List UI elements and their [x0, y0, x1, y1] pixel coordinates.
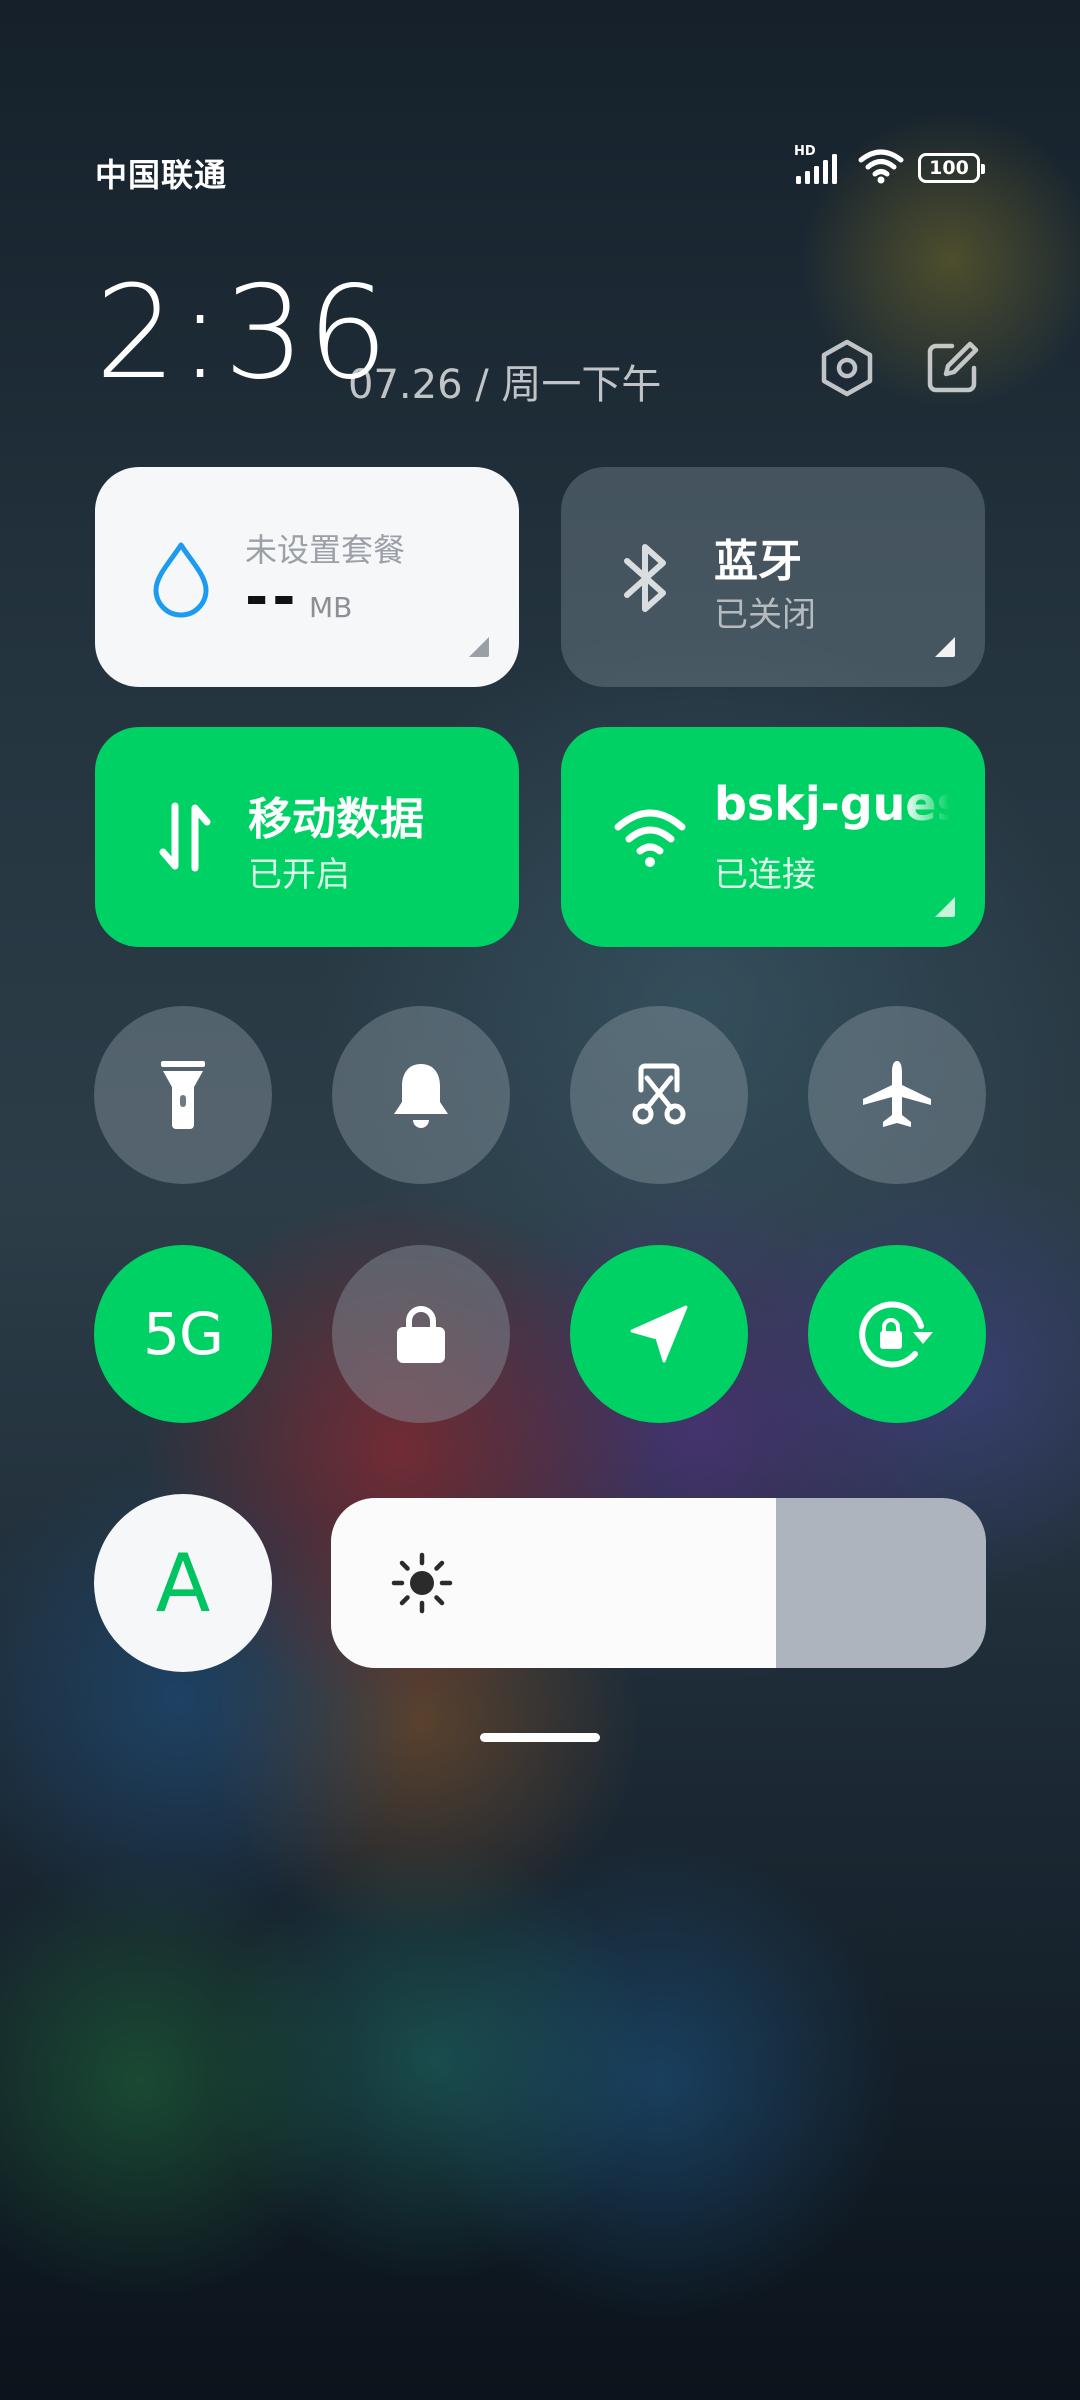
auto-brightness-label: A [155, 1536, 211, 1630]
sun-icon [391, 1552, 453, 1614]
settings-icon[interactable] [815, 336, 879, 400]
signal-icon: HD [794, 144, 844, 186]
lock-icon [397, 1306, 445, 1363]
location-arrow-icon [630, 1305, 688, 1363]
corner-expand-icon [935, 897, 955, 917]
wifi-status-icon [858, 148, 904, 188]
wifi-status: 已连接 [714, 855, 816, 895]
data-plan-tile[interactable]: 未设置套餐 -- MB [95, 467, 519, 687]
auto-brightness-button[interactable]: A [94, 1494, 272, 1672]
rotation-lock-icon [859, 1301, 933, 1368]
rotation-lock-toggle[interactable] [808, 1245, 986, 1423]
flashlight-icon [161, 1061, 205, 1129]
bell-icon [394, 1064, 448, 1128]
bluetooth-title: 蓝牙 [714, 536, 802, 587]
5g-toggle[interactable]: 5G [94, 1245, 272, 1423]
corner-expand-icon [469, 637, 489, 657]
battery-icon: 100 [918, 153, 985, 183]
edit-icon[interactable] [920, 336, 984, 400]
data-plan-value: -- [245, 565, 300, 630]
wifi-tile[interactable]: bskj-guest 已连接 [561, 727, 985, 947]
brightness-slider[interactable] [331, 1498, 986, 1668]
clock-date: 07.26 / 周一下午 [348, 362, 662, 408]
water-drop-icon [150, 540, 212, 622]
lock-screen-toggle[interactable] [332, 1245, 510, 1423]
wifi-title-clip: bskj-guest [714, 777, 950, 831]
airplane-icon [863, 1061, 931, 1127]
flashlight-toggle[interactable] [94, 1006, 272, 1184]
bluetooth-tile[interactable]: 蓝牙 已关闭 [561, 467, 985, 687]
screenshot-scissors-icon [632, 1063, 686, 1125]
bluetooth-icon [619, 541, 675, 619]
5g-label: 5G [143, 1300, 224, 1368]
data-arrows-icon [157, 802, 213, 876]
wifi-title: bskj-guest [714, 777, 950, 831]
location-toggle[interactable] [570, 1245, 748, 1423]
clock-time: 2:36 [95, 259, 391, 408]
mobile-data-title: 移动数据 [248, 794, 424, 845]
airplane-mode-toggle[interactable] [808, 1006, 986, 1184]
mobile-data-tile[interactable]: 移动数据 已开启 [95, 727, 519, 947]
screenshot-toggle[interactable] [570, 1006, 748, 1184]
bluetooth-status: 已关闭 [714, 595, 816, 635]
wifi-icon [613, 805, 687, 873]
ringer-toggle[interactable] [332, 1006, 510, 1184]
status-icons: HD 100 [794, 144, 985, 188]
corner-expand-icon [935, 637, 955, 657]
mobile-data-status: 已开启 [248, 855, 350, 895]
data-plan-unit: MB [309, 591, 353, 624]
home-indicator[interactable] [480, 1733, 600, 1742]
carrier-name: 中国联通 [95, 156, 228, 194]
